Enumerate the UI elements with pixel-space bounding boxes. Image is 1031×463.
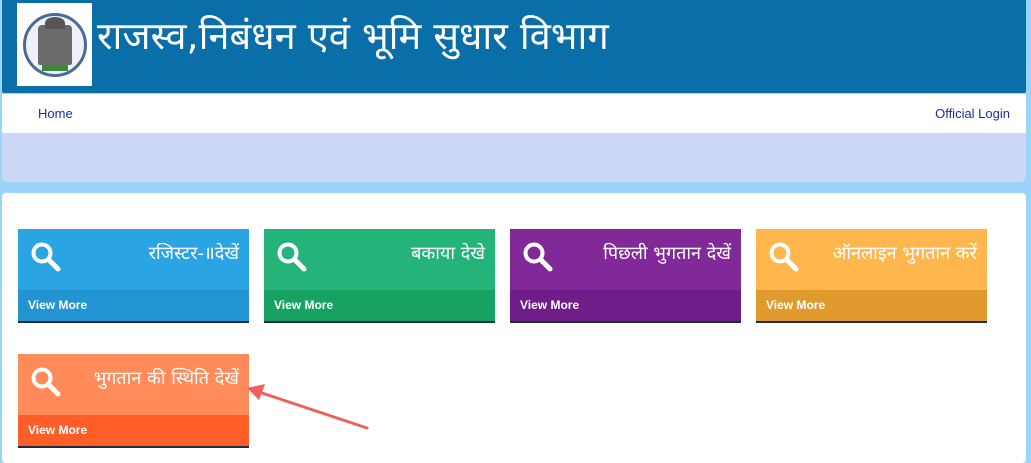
tile-online-payment[interactable]: ऑनलाइन भुगतान करें View More xyxy=(756,229,987,323)
site-header: राजस्व,निबंधन एवं भूमि सुधार विभाग xyxy=(2,0,1026,93)
tile-register-2[interactable]: रजिस्टर-॥देखें View More xyxy=(18,229,249,323)
search-icon xyxy=(769,242,799,272)
tile-title: रजिस्टर-॥देखें xyxy=(148,243,239,264)
nav-official-login-link[interactable]: Official Login xyxy=(935,106,1010,121)
tile-title: भुगतान की स्थिति देखें xyxy=(93,368,239,389)
tile-previous-payments[interactable]: पिछली भुगतान देखें View More xyxy=(510,229,741,323)
tile-title: बकाया देखे xyxy=(411,243,485,264)
tile-title: पिछली भुगतान देखें xyxy=(603,243,731,264)
annotation-arrow-icon xyxy=(247,384,369,430)
tile-payment-status[interactable]: भुगतान की स्थिति देखें View More xyxy=(18,354,249,448)
view-more-link[interactable]: View More xyxy=(28,298,87,312)
view-more-link[interactable]: View More xyxy=(28,423,87,437)
search-icon xyxy=(277,242,307,272)
search-icon xyxy=(523,242,553,272)
top-navbar: Home Official Login xyxy=(2,94,1026,134)
site-title: राजस्व,निबंधन एवं भूमि सुधार विभाग xyxy=(97,14,609,58)
nav-home-link[interactable]: Home xyxy=(38,106,73,121)
view-more-link[interactable]: View More xyxy=(766,298,825,312)
banner-strip xyxy=(2,134,1026,182)
search-icon xyxy=(31,367,61,397)
emblem-icon xyxy=(22,12,87,77)
search-icon xyxy=(31,242,61,272)
state-emblem-logo xyxy=(17,3,92,86)
tile-dues[interactable]: बकाया देखे View More xyxy=(264,229,495,323)
view-more-link[interactable]: View More xyxy=(520,298,579,312)
tile-title: ऑनलाइन भुगतान करें xyxy=(832,243,977,264)
view-more-link[interactable]: View More xyxy=(274,298,333,312)
